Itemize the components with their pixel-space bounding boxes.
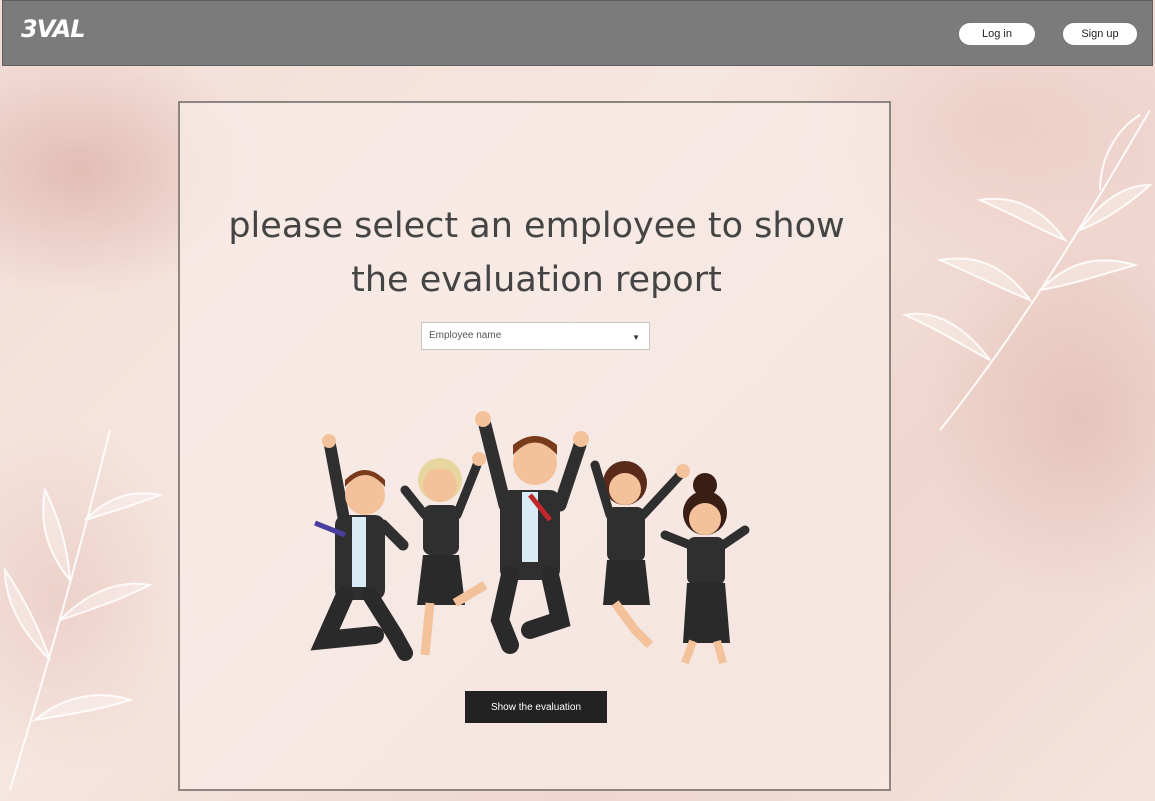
employee-select-value: Employee name [429,330,502,341]
page-heading: please select an employee to show the ev… [180,199,893,307]
employee-figure-5 [660,473,750,665]
heading-line-1: please select an employee to show [228,206,845,246]
top-navigation-bar: 3VAL Log in Sign up [2,0,1153,66]
employee-figure-2 [400,452,488,656]
employee-name-select[interactable]: Employee name ▼ [421,322,650,350]
app-logo[interactable]: 3VAL [21,15,86,43]
caret-down-icon: ▼ [632,333,640,342]
celebrating-employees-illustration [310,411,750,665]
evaluation-selection-card: please select an employee to show the ev… [178,101,891,791]
heading-line-2: the evaluation report [351,260,722,300]
employee-figure-3 [475,411,589,654]
employee-figure-1 [310,434,413,661]
show-evaluation-button[interactable]: Show the evaluation [465,691,607,723]
decorative-leaves-right [901,109,1153,431]
decorative-leaves-left [3,429,164,791]
signup-button[interactable]: Sign up [1063,23,1137,45]
employee-figure-4 [590,460,690,649]
login-button[interactable]: Log in [959,23,1035,45]
